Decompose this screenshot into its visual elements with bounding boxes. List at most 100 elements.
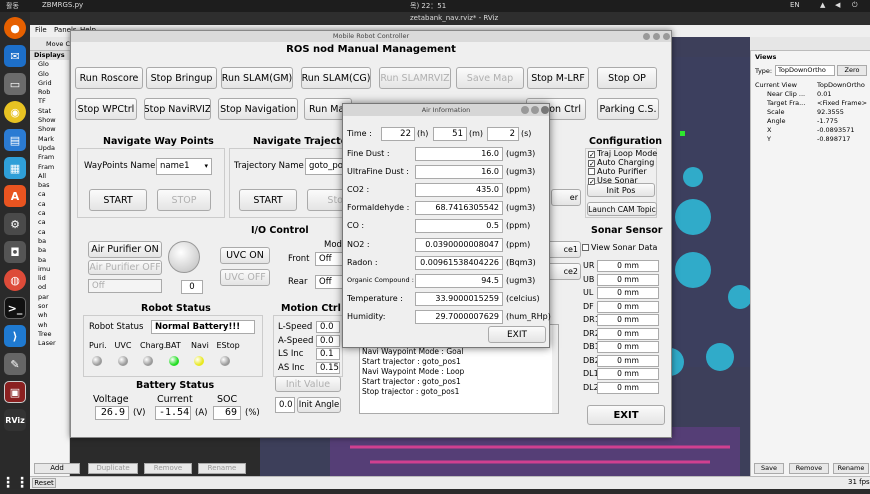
display-tree-item[interactable]: ca <box>34 200 69 209</box>
displays-rename-button[interactable]: Rename <box>198 463 246 474</box>
views-save-button[interactable]: Save <box>754 463 784 474</box>
display-tree-item[interactable]: ca <box>34 190 69 199</box>
display-tree-item[interactable]: Grid <box>34 79 69 88</box>
menu-file[interactable]: File <box>35 26 47 34</box>
views-zero-button[interactable]: Zero <box>837 65 867 76</box>
init-value-button[interactable]: Init Value <box>275 376 341 392</box>
uvc-off-button[interactable]: UVC OFF <box>220 269 270 286</box>
parking-cs-button[interactable]: Parking C.S. <box>597 98 659 120</box>
terminal-icon[interactable]: >_ <box>4 297 26 319</box>
waypoints-start-button[interactable]: START <box>89 189 147 211</box>
reset-button[interactable]: Reset <box>32 478 56 488</box>
views-remove-button[interactable]: Remove <box>789 463 829 474</box>
maximize-icon[interactable] <box>653 33 660 40</box>
display-tree-item[interactable]: Laser <box>34 339 69 348</box>
display-tree-item[interactable]: Upda <box>34 144 69 153</box>
camera-icon[interactable]: ◘ <box>4 241 26 263</box>
views-property-row[interactable]: Current View TopDownOrtho <box>755 81 869 90</box>
display-tree-item[interactable]: wh <box>34 321 69 330</box>
config-checkbox[interactable]: ✓ Traj Loop Mode <box>588 149 657 159</box>
partial-button-er[interactable]: er <box>551 189 581 206</box>
display-tree-item[interactable]: bas <box>34 181 69 190</box>
air-maximize-icon[interactable] <box>531 106 539 114</box>
software-center-icon[interactable]: A <box>4 185 26 207</box>
run-slam-gm-button[interactable]: Run SLAM(GM) <box>221 67 293 89</box>
volume-icon[interactable]: ◀ <box>835 1 840 9</box>
close-icon[interactable] <box>663 33 670 40</box>
chrome-icon[interactable]: ◍ <box>4 269 26 291</box>
minimize-icon[interactable] <box>643 33 650 40</box>
run-roscore-button[interactable]: Run Roscore <box>75 67 143 89</box>
display-tree-item[interactable]: Tree <box>34 330 69 339</box>
language-indicator[interactable]: EN <box>790 1 800 9</box>
display-tree-item[interactable]: Rob <box>34 88 69 97</box>
views-property-row[interactable]: X -0.0893571 <box>755 126 869 135</box>
network-icon[interactable]: ▲ <box>820 1 825 9</box>
waypoints-stop-button[interactable]: STOP <box>157 189 211 211</box>
run-slam-cg-button[interactable]: Run SLAM(CG) <box>301 67 371 89</box>
firefox-icon[interactable]: ● <box>4 17 26 39</box>
display-tree-item[interactable]: ba <box>34 237 69 246</box>
stop-mlrf-button[interactable]: Stop M-LRF <box>527 67 589 89</box>
display-tree-item[interactable]: od <box>34 283 69 292</box>
active-app-name[interactable]: ZBMRGS.py <box>42 1 83 9</box>
stop-bringup-button[interactable]: Stop Bringup <box>146 67 217 89</box>
log-scrollbar[interactable] <box>552 325 558 413</box>
motion-value[interactable]: 0.0 <box>316 321 340 333</box>
rviz-icon[interactable]: RViz <box>4 409 26 431</box>
air-purifier-off-button[interactable]: Air Purifier OFF <box>88 260 162 275</box>
display-tree-item[interactable]: wh <box>34 311 69 320</box>
partial-button-ce1[interactable]: ce1 <box>547 241 581 258</box>
activities-button[interactable]: 활동 <box>6 1 19 11</box>
stop-navirviz-button[interactable]: Stop NaviRVIZ <box>144 98 211 120</box>
init-pos-button[interactable]: Init Pos <box>587 183 655 197</box>
views-type-select[interactable]: TopDownOrtho <box>775 65 835 76</box>
editor-icon[interactable]: ✎ <box>4 353 26 375</box>
display-tree-item[interactable]: Show <box>34 125 69 134</box>
display-tree-item[interactable]: lid <box>34 274 69 283</box>
display-tree-item[interactable]: Fram <box>34 153 69 162</box>
config-checkbox[interactable]: ✓ Use Sonar <box>588 176 638 186</box>
front-mode-select[interactable]: Off <box>315 252 343 266</box>
config-checkbox[interactable]: ✓ Auto Charging <box>588 158 654 168</box>
display-tree-item[interactable]: ca <box>34 228 69 237</box>
air-purifier-on-button[interactable]: Air Purifier ON <box>88 241 162 258</box>
views-property-row[interactable]: Near Clip ... 0.01 <box>755 90 869 99</box>
init-angle-button[interactable]: Init Angle <box>297 397 341 413</box>
trajectory-start-button[interactable]: START <box>239 189 297 211</box>
config-checkbox[interactable]: Auto Purifier <box>588 167 647 176</box>
display-tree-item[interactable]: Show <box>34 116 69 125</box>
display-tree-item[interactable]: ca <box>34 218 69 227</box>
air-close-icon[interactable] <box>541 106 549 114</box>
stop-op-button[interactable]: Stop OP <box>597 67 657 89</box>
displays-remove-button[interactable]: Remove <box>144 463 192 474</box>
exit-button[interactable]: EXIT <box>587 405 665 425</box>
views-rename-button[interactable]: Rename <box>833 463 869 474</box>
stop-navigation-button[interactable]: Stop Navigation <box>218 98 298 120</box>
display-tree-item[interactable]: Glo <box>34 70 69 79</box>
angle-value[interactable]: 0.0 <box>275 397 295 413</box>
display-tree-item[interactable]: All <box>34 172 69 181</box>
trajectory-stop-button[interactable]: Sto <box>307 189 347 211</box>
libreoffice-impress-icon[interactable]: ▦ <box>4 157 26 179</box>
partial-button-ce2[interactable]: ce2 <box>547 263 581 280</box>
views-property-row[interactable]: Target Fra... <Fixed Frame> <box>755 99 869 108</box>
motion-value[interactable]: 0.0 <box>316 334 340 347</box>
display-tree-item[interactable]: ca <box>34 209 69 218</box>
display-tree-item[interactable]: Mark <box>34 135 69 144</box>
displays-add-button[interactable]: Add <box>34 463 80 474</box>
views-property-row[interactable]: Scale 92.3555 <box>755 108 869 117</box>
purifier-dial[interactable] <box>168 241 200 273</box>
display-tree-item[interactable]: TF <box>34 97 69 106</box>
thunderbird-icon[interactable]: ✉ <box>4 45 26 67</box>
display-tree-item[interactable]: par <box>34 293 69 302</box>
display-tree-item[interactable]: ba <box>34 256 69 265</box>
views-property-row[interactable]: Y -0.898717 <box>755 135 869 144</box>
vscode-icon[interactable]: ⟩ <box>4 325 26 347</box>
stop-wpctrl-button[interactable]: Stop WPCtrl <box>75 98 137 120</box>
launch-cam-topic-button[interactable]: Launch CAM Topic <box>587 202 657 216</box>
run-slamrviz-button[interactable]: Run SLAMRVIZ <box>379 67 451 89</box>
rear-mode-select[interactable]: Off <box>315 275 343 289</box>
uvc-on-button[interactable]: UVC ON <box>220 247 270 264</box>
view-sonar-checkbox[interactable]: View Sonar Data <box>582 243 657 252</box>
